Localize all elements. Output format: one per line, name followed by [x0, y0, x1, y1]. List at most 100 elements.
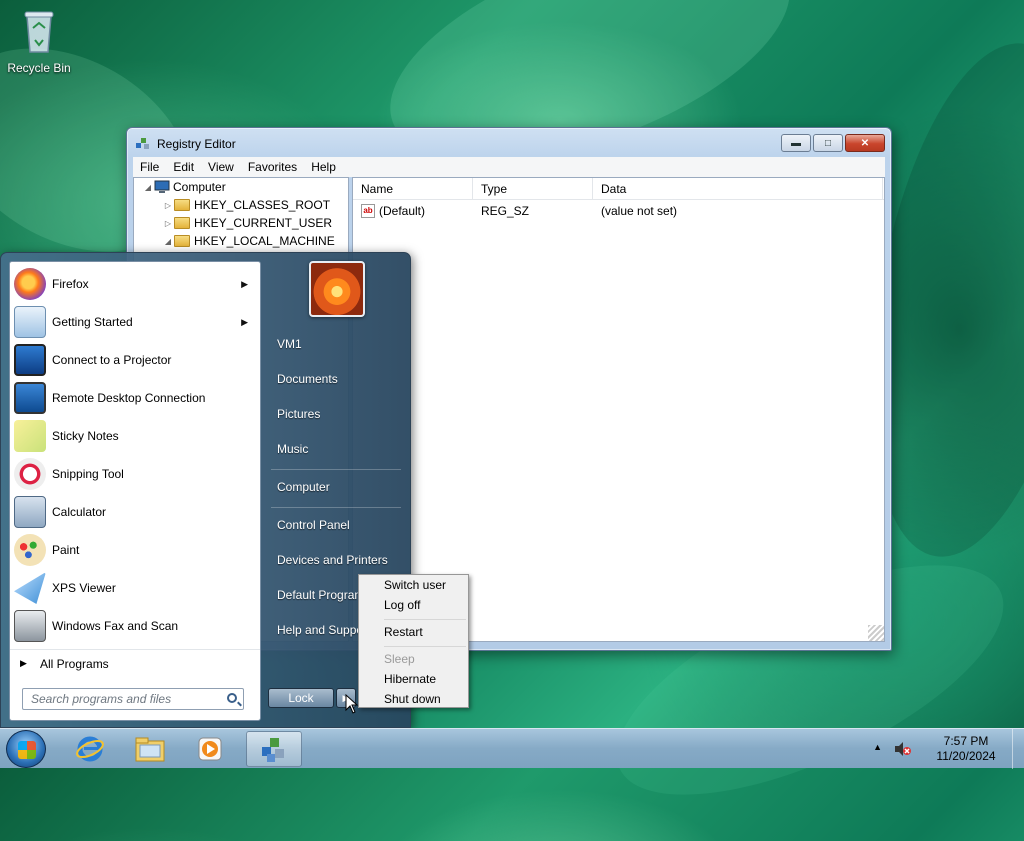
menu-edit[interactable]: Edit: [166, 160, 201, 174]
expanded-icon[interactable]: ◢: [162, 237, 174, 246]
program-sticky-notes[interactable]: Sticky Notes: [10, 417, 260, 455]
taskbar-internet-explorer[interactable]: [62, 731, 118, 767]
tree-item-hkcr[interactable]: ▷ HKEY_CLASSES_ROOT: [134, 196, 348, 214]
clock-date: 11/20/2024: [936, 749, 996, 763]
getting-started-icon: [14, 306, 46, 338]
media-player-icon: [198, 737, 222, 761]
recycle-bin-label: Recycle Bin: [7, 61, 71, 75]
program-fax-scan[interactable]: Windows Fax and Scan: [10, 607, 260, 645]
clock[interactable]: 7:57 PM 11/20/2024: [926, 734, 1006, 764]
programs-pane: Firefox ▶ Getting Started ▶ Connect to a…: [9, 261, 261, 721]
file-explorer-icon: [135, 737, 165, 762]
list-header: Name Type Data: [353, 178, 884, 200]
menu-item-restart[interactable]: Restart: [359, 622, 468, 642]
submenu-arrow-icon: ▶: [241, 316, 248, 327]
projector-icon: [14, 344, 46, 376]
program-remote-desktop[interactable]: Remote Desktop Connection: [10, 379, 260, 417]
recycle-bin[interactable]: Recycle Bin: [4, 6, 74, 75]
link-default-programs[interactable]: Default Programs: [269, 581, 359, 609]
search-input[interactable]: Search programs and files: [22, 688, 244, 710]
menu-divider: [384, 619, 466, 620]
volume-muted-icon[interactable]: [894, 741, 912, 757]
internet-explorer-icon: [76, 736, 104, 762]
program-connect-projector[interactable]: Connect to a Projector: [10, 341, 260, 379]
menu-help[interactable]: Help: [304, 160, 343, 174]
program-label: Firefox: [52, 277, 89, 291]
link-music[interactable]: Music: [269, 435, 404, 463]
taskbar-regedit[interactable]: [246, 731, 302, 767]
all-programs[interactable]: ▶ All Programs: [10, 649, 260, 677]
table-row[interactable]: ab (Default) REG_SZ (value not set): [353, 200, 884, 222]
title-bar[interactable]: Registry Editor: [135, 135, 236, 153]
column-name[interactable]: Name: [353, 178, 473, 199]
program-getting-started[interactable]: Getting Started ▶: [10, 303, 260, 341]
start-button[interactable]: [6, 730, 46, 768]
link-computer[interactable]: Computer: [269, 473, 404, 501]
power-options-menu: Switch user Log off Restart Sleep Hibern…: [358, 574, 469, 708]
windows-logo-icon: [18, 741, 36, 759]
search-placeholder: Search programs and files: [31, 692, 172, 706]
link-pictures[interactable]: Pictures: [269, 400, 404, 428]
tree-item-hklm[interactable]: ◢ HKEY_LOCAL_MACHINE: [134, 232, 348, 250]
xps-viewer-icon: [14, 572, 46, 604]
program-xps-viewer[interactable]: XPS Viewer: [10, 569, 260, 607]
collapsed-icon[interactable]: ▷: [162, 201, 174, 210]
menu-item-sleep: Sleep: [384, 652, 415, 666]
avatar[interactable]: [309, 261, 365, 317]
close-icon: ✕: [860, 137, 870, 149]
search-icon[interactable]: [227, 693, 237, 703]
link-help-support[interactable]: Help and Support: [269, 616, 359, 644]
snipping-tool-icon: [14, 458, 46, 490]
menu-item-switch-user[interactable]: Switch user: [359, 575, 468, 595]
chevron-right-icon: ▶: [20, 658, 27, 668]
taskbar-media-player[interactable]: [182, 731, 238, 767]
taskbar-file-explorer[interactable]: [122, 731, 178, 767]
mouse-cursor-icon: [345, 694, 359, 714]
maximize-button[interactable]: □: [813, 134, 843, 152]
menu-item-shut-down[interactable]: Shut down: [359, 689, 468, 709]
value-data: (value not set): [601, 204, 678, 218]
column-type[interactable]: Type: [473, 178, 593, 199]
computer-icon: [154, 180, 170, 193]
tree-item-computer[interactable]: ◢ Computer: [134, 178, 348, 196]
all-programs-label: All Programs: [40, 656, 109, 671]
folder-icon: [174, 199, 190, 211]
column-data[interactable]: Data: [593, 178, 883, 199]
link-user[interactable]: VM1: [269, 330, 404, 358]
minimize-button[interactable]: ▬: [781, 134, 811, 152]
program-label: XPS Viewer: [52, 581, 116, 595]
close-button[interactable]: ✕: [845, 134, 885, 152]
lock-button[interactable]: Lock: [268, 688, 334, 708]
program-label: Snipping Tool: [52, 467, 124, 481]
tree-item-label: Computer: [173, 180, 226, 194]
link-control-panel[interactable]: Control Panel: [269, 511, 404, 539]
menu-file[interactable]: File: [133, 160, 166, 174]
program-firefox[interactable]: Firefox ▶: [10, 265, 260, 303]
program-label: Remote Desktop Connection: [52, 391, 206, 405]
menu-favorites[interactable]: Favorites: [241, 160, 304, 174]
menu-item-hibernate[interactable]: Hibernate: [359, 669, 468, 689]
clock-time: 7:57 PM: [943, 734, 989, 748]
menu-item-log-off[interactable]: Log off: [359, 595, 468, 615]
tree-item-hkcu[interactable]: ▷ HKEY_CURRENT_USER: [134, 214, 348, 232]
resize-grip[interactable]: [868, 625, 884, 641]
menu-divider: [384, 646, 466, 647]
values-list[interactable]: Name Type Data ab (Default) REG_SZ (valu…: [352, 177, 885, 642]
show-desktop-button[interactable]: [1012, 729, 1024, 769]
expanded-icon[interactable]: ◢: [142, 183, 154, 192]
collapsed-icon[interactable]: ▷: [162, 219, 174, 228]
regedit-icon: [262, 738, 284, 762]
program-paint[interactable]: Paint: [10, 531, 260, 569]
menu-view[interactable]: View: [201, 160, 241, 174]
show-hidden-icons-icon[interactable]: ▲: [873, 742, 882, 752]
program-calculator[interactable]: Calculator: [10, 493, 260, 531]
regedit-icon: [136, 138, 149, 149]
link-devices-printers[interactable]: Devices and Printers: [269, 546, 404, 574]
menu-bar: File Edit View Favorites Help: [133, 157, 885, 177]
program-snipping-tool[interactable]: Snipping Tool: [10, 455, 260, 493]
program-label: Sticky Notes: [52, 429, 119, 443]
tree-item-label: HKEY_CLASSES_ROOT: [194, 198, 331, 212]
calculator-icon: [14, 496, 46, 528]
program-label: Getting Started: [52, 315, 133, 329]
link-documents[interactable]: Documents: [269, 365, 404, 393]
